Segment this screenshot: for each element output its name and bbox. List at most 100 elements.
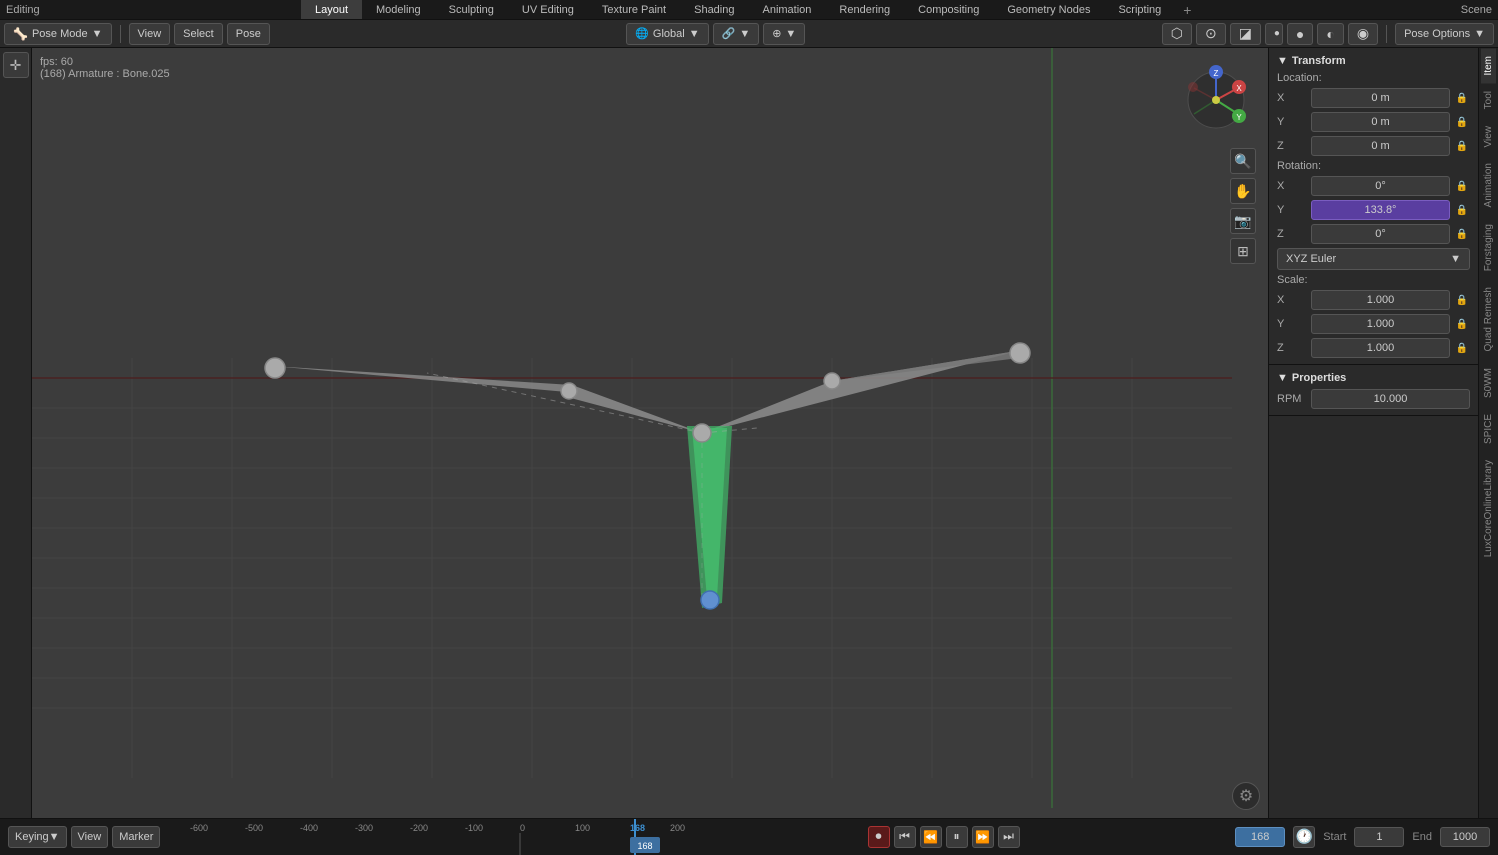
top-tab-compositing[interactable]: Compositing xyxy=(904,0,993,19)
tab-tool[interactable]: Tool xyxy=(1481,83,1496,117)
rpm-field[interactable]: 10.000 xyxy=(1311,389,1470,409)
current-frame-field[interactable]: 168 xyxy=(1235,827,1285,847)
scale-y-lock[interactable]: 🔒 xyxy=(1454,316,1470,332)
top-tab-layout[interactable]: Layout xyxy=(301,0,362,19)
properties-header[interactable]: ▼ Properties xyxy=(1269,369,1478,387)
loc-x-lock[interactable]: 🔒 xyxy=(1454,90,1470,106)
record-btn[interactable]: ⏺ xyxy=(868,826,890,848)
material-btn[interactable]: ◐ xyxy=(1317,23,1343,45)
rotation-z-row: Z 0° 🔒 xyxy=(1269,222,1478,246)
wireframe-btn[interactable]: ● xyxy=(1265,23,1283,45)
scale-z-field[interactable]: 1.000 xyxy=(1311,338,1450,358)
rpm-label: RPM xyxy=(1277,393,1307,405)
grid-btn[interactable]: ⊞ xyxy=(1230,238,1256,264)
next-frame-btn[interactable]: ⏩ xyxy=(972,826,994,848)
pause-btn[interactable]: ⏸ xyxy=(946,826,968,848)
top-tab-uv-editing[interactable]: UV Editing xyxy=(508,0,588,19)
transform-section: ▼ Transform Location: X 0 m 🔒 Y 0 m 🔒 xyxy=(1269,48,1478,365)
loc-y-field[interactable]: 0 m xyxy=(1311,112,1450,132)
rot-z-field[interactable]: 0° xyxy=(1311,224,1450,244)
tab-quad-remesh[interactable]: Quad Remesh xyxy=(1481,279,1496,359)
xray-btn[interactable]: ◪ xyxy=(1230,23,1261,45)
top-tab-animation[interactable]: Animation xyxy=(748,0,825,19)
loc-z-field[interactable]: 0 m xyxy=(1311,136,1450,156)
pose-options-btn[interactable]: Pose Options ▼ xyxy=(1395,23,1494,45)
scene-label: Scene xyxy=(1461,4,1492,16)
rot-x-label: X xyxy=(1277,180,1307,192)
scale-x-lock[interactable]: 🔒 xyxy=(1454,292,1470,308)
pose-mode-select[interactable]: 🦴 Pose Mode ▼ xyxy=(4,23,112,45)
far-right-panel: Item Tool View Animation Forstaging Quad… xyxy=(1478,48,1498,818)
tab-spice[interactable]: SPICE xyxy=(1481,406,1496,452)
render-btn[interactable]: ◉ xyxy=(1348,23,1378,45)
viewport[interactable]: fps: 60 (168) Armature : Bone.025 Z X Y xyxy=(32,48,1268,818)
tab-animation[interactable]: Animation xyxy=(1481,155,1496,215)
timeline-left: Keying ▼ View Marker xyxy=(0,826,180,848)
location-header-row: Location: xyxy=(1269,70,1478,86)
loc-x-field[interactable]: 0 m xyxy=(1311,88,1450,108)
timeline-track[interactable]: -600 -500 -400 -300 -200 -100 0 100 168 … xyxy=(180,819,689,855)
prev-frame-btn[interactable]: ⏪ xyxy=(920,826,942,848)
clock-btn[interactable]: 🕐 xyxy=(1293,826,1315,848)
top-tab-geometry-nodes[interactable]: Geometry Nodes xyxy=(993,0,1104,19)
rot-x-field[interactable]: 0° xyxy=(1311,176,1450,196)
nav-gizmo[interactable]: Z X Y xyxy=(1176,60,1256,140)
loc-z-lock[interactable]: 🔒 xyxy=(1454,138,1470,154)
start-frame-field[interactable]: 1 xyxy=(1354,827,1404,847)
solid-btn[interactable]: ● xyxy=(1287,23,1313,45)
rot-z-label: Z xyxy=(1277,228,1307,240)
properties-chevron: ▼ xyxy=(1277,372,1288,384)
overlay-btn[interactable]: ⊙ xyxy=(1196,23,1226,45)
scale-x-field[interactable]: 1.000 xyxy=(1311,290,1450,310)
rot-y-field[interactable]: 133.8° xyxy=(1311,200,1450,220)
rotation-mode-dropdown[interactable]: XYZ Euler ▼ xyxy=(1277,248,1470,270)
add-tab-btn[interactable]: + xyxy=(1175,2,1199,18)
transform-select[interactable]: 🌐 Global ▼ xyxy=(626,23,708,45)
keying-btn[interactable]: Keying ▼ xyxy=(8,826,67,848)
rot-y-lock[interactable]: 🔒 xyxy=(1454,202,1470,218)
timeline-bar: Keying ▼ View Marker -600 -500 -400 -300… xyxy=(0,818,1498,854)
scale-header-row: Scale: xyxy=(1269,272,1478,288)
top-tab-scripting[interactable]: Scripting xyxy=(1104,0,1175,19)
cursor-tool[interactable]: ✛ xyxy=(3,52,29,78)
proportional-button[interactable]: ⊕ ▼ xyxy=(763,23,805,45)
marker-btn[interactable]: Marker xyxy=(112,826,160,848)
select-button[interactable]: Select xyxy=(174,23,223,45)
first-frame-btn[interactable]: ⏮ xyxy=(894,826,916,848)
tab-item[interactable]: Item xyxy=(1481,48,1496,83)
camera-btn[interactable]: 📷 xyxy=(1230,208,1256,234)
tab-forstaging[interactable]: Forstaging xyxy=(1481,216,1496,279)
zoom-in-btn[interactable]: 🔍 xyxy=(1230,148,1256,174)
svg-text:-100: -100 xyxy=(465,823,483,833)
scale-x-row: X 1.000 🔒 xyxy=(1269,288,1478,312)
main-layout: ✛ xyxy=(0,48,1498,818)
last-frame-btn[interactable]: ⏭ xyxy=(998,826,1020,848)
rot-x-lock[interactable]: 🔒 xyxy=(1454,178,1470,194)
location-y-row: Y 0 m 🔒 xyxy=(1269,110,1478,134)
scale-y-field[interactable]: 1.000 xyxy=(1311,314,1450,334)
pose-button[interactable]: Pose xyxy=(227,23,270,45)
pose-mode-chevron: ▼ xyxy=(92,28,103,40)
top-tab-texture-paint[interactable]: Texture Paint xyxy=(588,0,680,19)
rot-z-lock[interactable]: 🔒 xyxy=(1454,226,1470,242)
transform-header[interactable]: ▼ Transform xyxy=(1269,52,1478,70)
tab-s0wm[interactable]: S0WM xyxy=(1481,360,1496,406)
loc-y-lock[interactable]: 🔒 xyxy=(1454,114,1470,130)
top-tab-modeling[interactable]: Modeling xyxy=(362,0,435,19)
tab-luxcore[interactable]: LuxCoreOnlineLibrary xyxy=(1481,452,1496,565)
end-frame-field[interactable]: 1000 xyxy=(1440,827,1490,847)
viewport-shading-btn[interactable]: ⬡ xyxy=(1162,23,1192,45)
snap-button[interactable]: 🔗 ▼ xyxy=(713,23,760,45)
tab-view[interactable]: View xyxy=(1481,118,1496,156)
grab-btn[interactable]: ✋ xyxy=(1230,178,1256,204)
svg-text:Y: Y xyxy=(1236,113,1242,122)
end-label: End xyxy=(1412,831,1432,843)
rotation-y-row: Y 133.8° 🔒 xyxy=(1269,198,1478,222)
scale-z-lock[interactable]: 🔒 xyxy=(1454,340,1470,356)
viewport-gear-btn[interactable]: ⚙ xyxy=(1232,782,1260,810)
view-button[interactable]: View xyxy=(129,23,171,45)
timeline-view-btn[interactable]: View xyxy=(71,826,109,848)
top-tab-sculpting[interactable]: Sculpting xyxy=(435,0,508,19)
top-tab-rendering[interactable]: Rendering xyxy=(825,0,904,19)
top-tab-shading[interactable]: Shading xyxy=(680,0,748,19)
